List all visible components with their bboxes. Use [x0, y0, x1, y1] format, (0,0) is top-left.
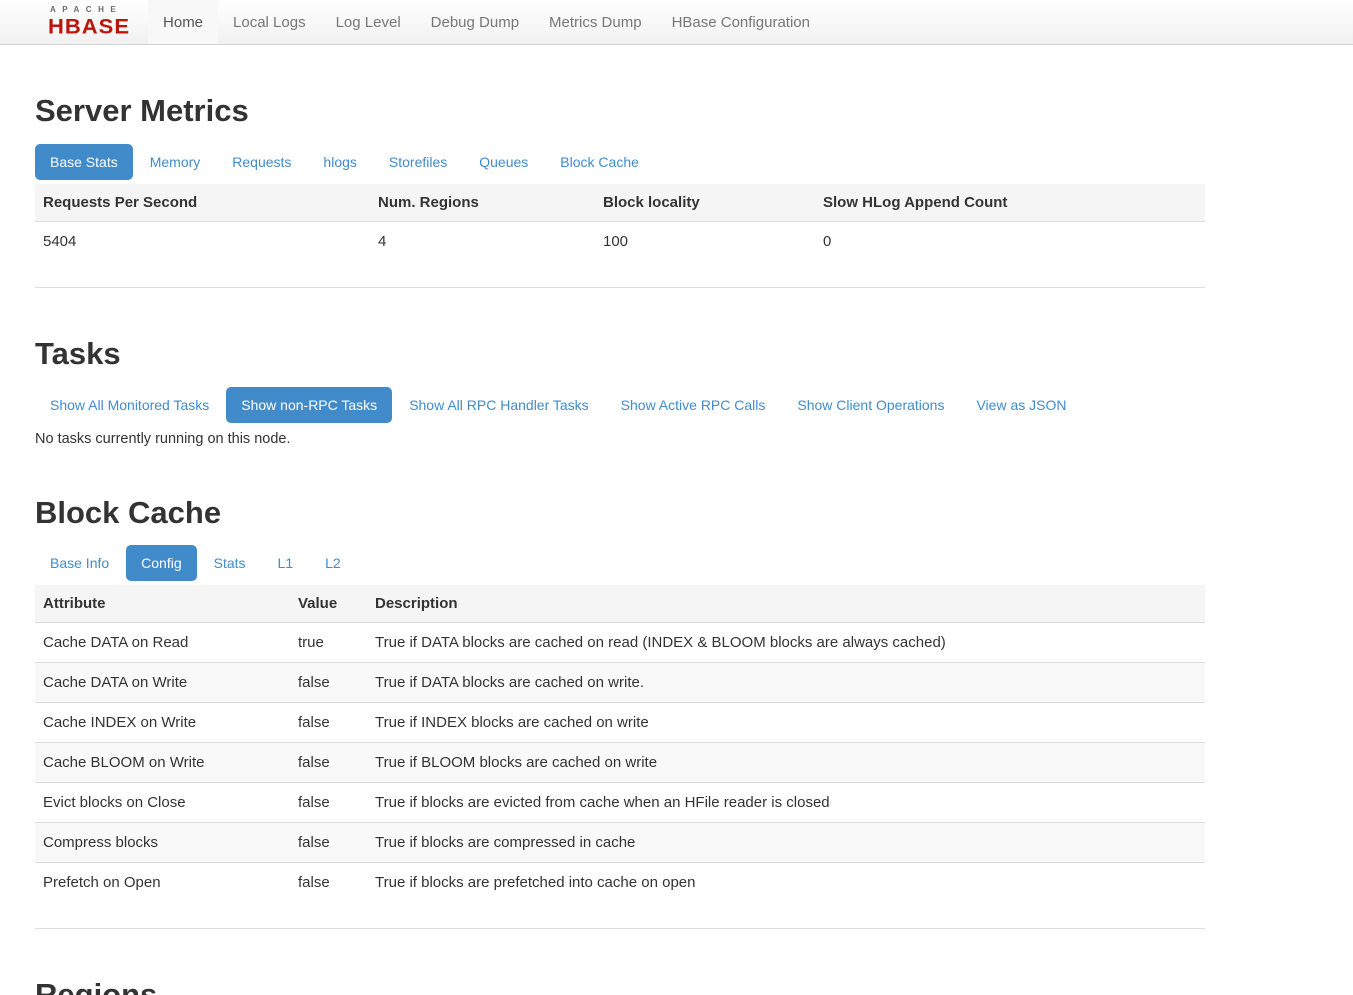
tab-l2[interactable]: L2	[310, 545, 356, 581]
navbar-menu: Home Local Logs Log Level Debug Dump Met…	[148, 0, 825, 44]
nav-item-metrics-dump[interactable]: Metrics Dump	[534, 0, 657, 44]
top-navbar: APACHE HBASE Home Local Logs Log Level D…	[0, 0, 1353, 45]
table-header-row: Requests Per Second Num. Regions Block l…	[35, 184, 1205, 222]
description-cell: True if DATA blocks are cached on write.	[367, 663, 1205, 703]
description-cell: True if blocks are prefetched into cache…	[367, 863, 1205, 903]
tab-block-cache[interactable]: Block Cache	[545, 144, 654, 180]
requests-per-second-value: 5404	[35, 221, 370, 261]
table-row: 5404 4 100 0	[35, 221, 1205, 261]
regions-title: Regions	[35, 976, 1205, 995]
tab-base-info[interactable]: Base Info	[35, 545, 124, 581]
num-regions-value: 4	[370, 221, 595, 261]
table-row: Cache INDEX on Write false True if INDEX…	[35, 703, 1205, 743]
nav-item-log-level[interactable]: Log Level	[321, 0, 416, 44]
server-metrics-table: Requests Per Second Num. Regions Block l…	[35, 184, 1205, 261]
table-row: Cache DATA on Write false True if DATA b…	[35, 663, 1205, 703]
hbase-logo[interactable]: APACHE HBASE	[0, 0, 148, 44]
block-locality-value: 100	[595, 221, 815, 261]
attribute-cell: Cache DATA on Write	[35, 663, 290, 703]
nav-item-hbase-configuration[interactable]: HBase Configuration	[657, 0, 825, 44]
tab-queues[interactable]: Queues	[464, 144, 543, 180]
tasks-title: Tasks	[35, 335, 1205, 374]
table-row: Prefetch on Open false True if blocks ar…	[35, 863, 1205, 903]
tab-config[interactable]: Config	[126, 545, 196, 581]
regions-section: Regions	[35, 976, 1205, 995]
description-cell: True if INDEX blocks are cached on write	[367, 703, 1205, 743]
attribute-cell: Prefetch on Open	[35, 863, 290, 903]
value-cell: false	[290, 743, 367, 783]
table-row: Evict blocks on Close false True if bloc…	[35, 783, 1205, 823]
tab-storefiles[interactable]: Storefiles	[374, 144, 462, 180]
tasks-tabs: Show All Monitored Tasks Show non-RPC Ta…	[35, 387, 1205, 423]
description-cell: True if BLOOM blocks are cached on write	[367, 743, 1205, 783]
table-header-row: Attribute Value Description	[35, 585, 1205, 623]
page-content: Server Metrics Base Stats Memory Request…	[35, 92, 1205, 995]
server-metrics-section: Server Metrics Base Stats Memory Request…	[35, 92, 1205, 288]
column-header: Description	[367, 585, 1205, 623]
block-cache-tabs: Base Info Config Stats L1 L2	[35, 545, 1205, 581]
column-header: Requests Per Second	[35, 184, 370, 222]
table-row: Cache BLOOM on Write false True if BLOOM…	[35, 743, 1205, 783]
no-tasks-message: No tasks currently running on this node.	[35, 431, 1205, 447]
block-cache-section: Block Cache Base Info Config Stats L1 L2…	[35, 494, 1205, 930]
value-cell: false	[290, 783, 367, 823]
attribute-cell: Cache DATA on Read	[35, 623, 290, 663]
value-cell: false	[290, 823, 367, 863]
column-header: Block locality	[595, 184, 815, 222]
table-bottom-border	[35, 261, 1205, 288]
block-cache-config-table: Attribute Value Description Cache DATA o…	[35, 585, 1205, 902]
logo-hbase-text: HBASE	[48, 17, 130, 38]
tab-base-stats[interactable]: Base Stats	[35, 144, 133, 180]
slow-hlog-append-count-value: 0	[815, 221, 1205, 261]
tab-show-all-monitored-tasks[interactable]: Show All Monitored Tasks	[35, 387, 224, 423]
attribute-cell: Cache BLOOM on Write	[35, 743, 290, 783]
tab-requests[interactable]: Requests	[217, 144, 306, 180]
attribute-cell: Compress blocks	[35, 823, 290, 863]
value-cell: true	[290, 623, 367, 663]
tab-show-client-operations[interactable]: Show Client Operations	[782, 387, 959, 423]
tasks-section: Tasks Show All Monitored Tasks Show non-…	[35, 335, 1205, 447]
table-bottom-border	[35, 902, 1205, 929]
description-cell: True if blocks are evicted from cache wh…	[367, 783, 1205, 823]
attribute-cell: Cache INDEX on Write	[35, 703, 290, 743]
table-row: Cache DATA on Read true True if DATA blo…	[35, 623, 1205, 663]
column-header: Value	[290, 585, 367, 623]
server-metrics-title: Server Metrics	[35, 92, 1205, 131]
tab-show-active-rpc-calls[interactable]: Show Active RPC Calls	[606, 387, 781, 423]
description-cell: True if DATA blocks are cached on read (…	[367, 623, 1205, 663]
tab-view-as-json[interactable]: View as JSON	[961, 387, 1081, 423]
description-cell: True if blocks are compressed in cache	[367, 823, 1205, 863]
tab-l1[interactable]: L1	[263, 545, 309, 581]
column-header: Num. Regions	[370, 184, 595, 222]
tab-show-non-rpc-tasks[interactable]: Show non-RPC Tasks	[226, 387, 392, 423]
tab-memory[interactable]: Memory	[135, 144, 216, 180]
logo-apache-text: APACHE	[50, 6, 130, 14]
column-header: Slow HLog Append Count	[815, 184, 1205, 222]
value-cell: false	[290, 703, 367, 743]
attribute-cell: Evict blocks on Close	[35, 783, 290, 823]
table-row: Compress blocks false True if blocks are…	[35, 823, 1205, 863]
tab-show-all-rpc-handler-tasks[interactable]: Show All RPC Handler Tasks	[394, 387, 603, 423]
server-metrics-tabs: Base Stats Memory Requests hlogs Storefi…	[35, 144, 1205, 180]
block-cache-title: Block Cache	[35, 494, 1205, 533]
tab-stats[interactable]: Stats	[199, 545, 261, 581]
nav-item-home[interactable]: Home	[148, 0, 218, 44]
nav-item-local-logs[interactable]: Local Logs	[218, 0, 321, 44]
tab-hlogs[interactable]: hlogs	[308, 144, 371, 180]
value-cell: false	[290, 663, 367, 703]
value-cell: false	[290, 863, 367, 903]
nav-item-debug-dump[interactable]: Debug Dump	[416, 0, 534, 44]
column-header: Attribute	[35, 585, 290, 623]
